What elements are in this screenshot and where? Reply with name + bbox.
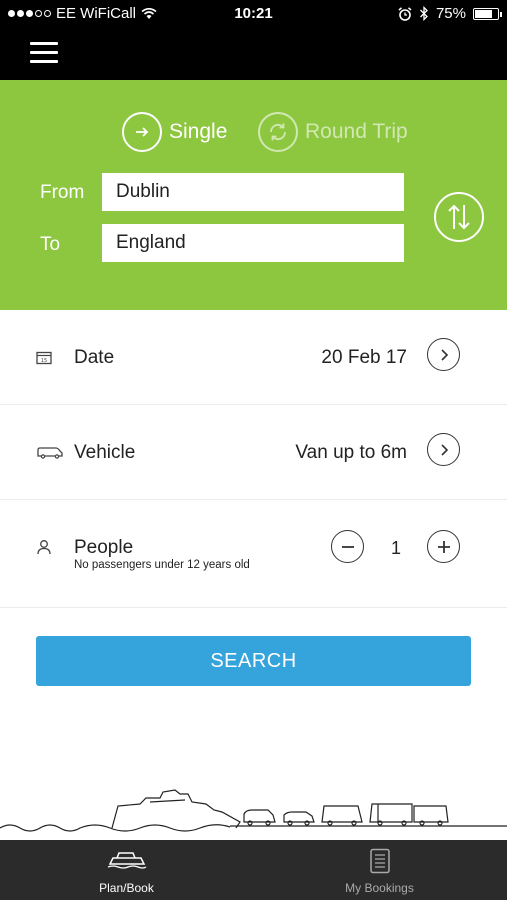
single-trip-option[interactable]: Single — [122, 112, 227, 152]
vehicle-label: Vehicle — [74, 442, 136, 463]
chevron-right-icon — [440, 348, 448, 361]
to-label: To — [40, 234, 61, 255]
swap-arrows-icon — [448, 204, 470, 230]
menu-icon[interactable] — [30, 42, 58, 64]
minus-icon — [341, 545, 354, 548]
people-row: People No passengers under 12 years old … — [0, 500, 507, 608]
person-icon — [37, 540, 51, 555]
ferry-illustration — [0, 789, 507, 832]
date-label: Date — [74, 347, 115, 368]
round-trip-label: Round Trip — [305, 120, 408, 143]
plus-icon — [437, 540, 450, 553]
date-chevron-button[interactable] — [427, 338, 460, 371]
top-navigation-bar — [0, 28, 507, 80]
arrow-right-icon — [122, 112, 162, 152]
svg-text:15: 15 — [41, 358, 47, 364]
status-right: 75% — [398, 5, 502, 22]
from-label: From — [40, 182, 85, 203]
tab-plan-book[interactable]: Plan/Book — [0, 840, 253, 900]
decrease-people-button[interactable] — [331, 530, 364, 563]
search-button[interactable]: SEARCH — [36, 636, 471, 686]
increase-people-button[interactable] — [427, 530, 460, 563]
single-trip-label: Single — [169, 120, 228, 143]
date-value: 20 Feb 17 — [321, 347, 407, 368]
to-input[interactable] — [102, 224, 404, 262]
vehicle-row[interactable]: Vehicle Van up to 6m — [0, 405, 507, 500]
van-icon — [37, 447, 63, 459]
from-input[interactable] — [102, 173, 404, 211]
calendar-icon: 15 — [36, 351, 52, 365]
vehicle-chevron-button[interactable] — [427, 433, 460, 466]
tab-my-bookings[interactable]: My Bookings — [253, 840, 506, 900]
battery-percent: 75% — [435, 5, 466, 22]
battery-icon — [473, 7, 502, 20]
route-panel: Single Round Trip From To — [0, 80, 507, 310]
people-note: No passengers under 12 years old — [74, 559, 250, 571]
chevron-right-icon — [440, 443, 448, 456]
refresh-icon — [258, 112, 298, 152]
people-count: 1 — [390, 538, 401, 558]
bluetooth-icon — [420, 6, 428, 21]
document-icon — [369, 848, 390, 874]
date-row[interactable]: 15 Date 20 Feb 17 — [0, 310, 507, 405]
tab-plan-book-label: Plan/Book — [99, 881, 154, 895]
status-bar: EE WiFiCall 10:21 75% — [0, 0, 507, 28]
swap-route-button[interactable] — [434, 192, 484, 242]
vehicle-value: Van up to 6m — [295, 442, 407, 463]
people-label: People — [74, 537, 134, 558]
alarm-icon — [398, 6, 412, 21]
bottom-tab-bar: Plan/Book My Bookings — [0, 840, 507, 900]
tab-my-bookings-label: My Bookings — [345, 881, 414, 895]
round-trip-option[interactable]: Round Trip — [258, 112, 408, 152]
ship-icon — [107, 852, 146, 869]
